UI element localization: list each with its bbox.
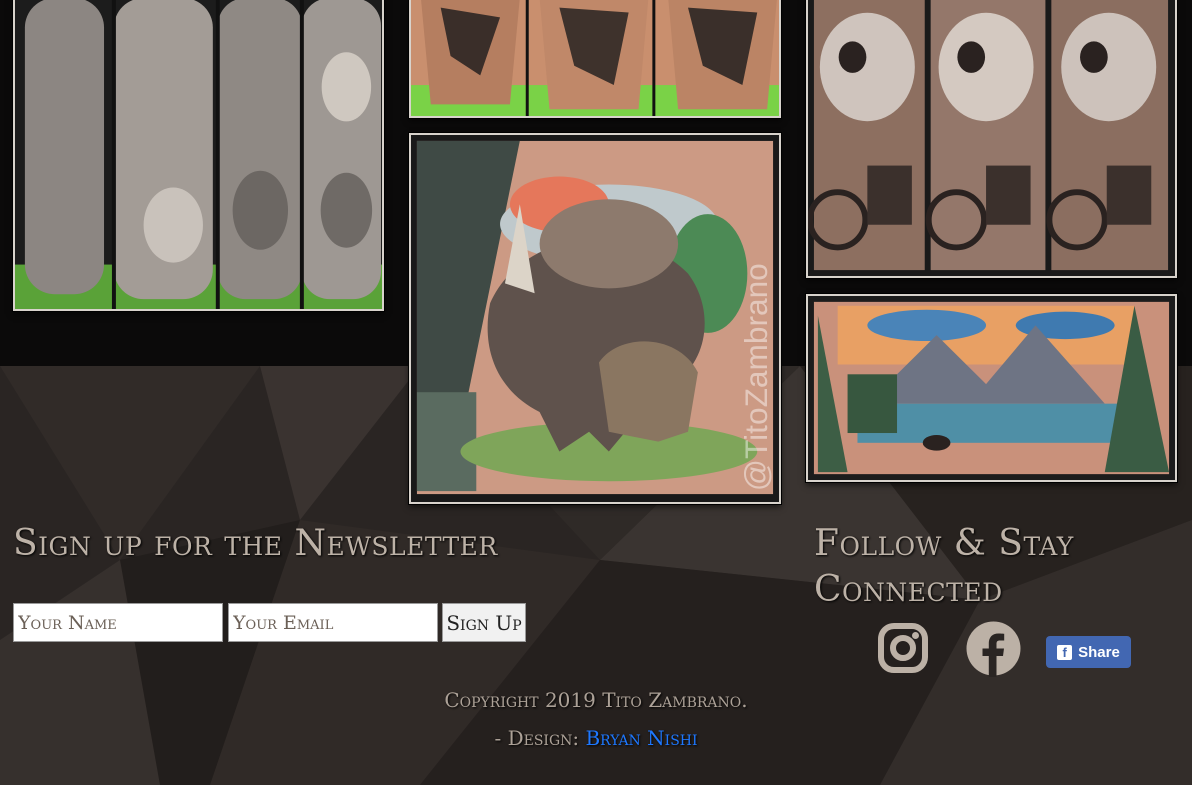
facebook-icon[interactable] (965, 620, 1022, 677)
gallery-image-skull-motorcycle[interactable] (806, 0, 1177, 278)
gallery-image-triceratops[interactable]: @TitoZambrano (409, 133, 781, 504)
designer-link[interactable]: Bryan Nishi (585, 726, 697, 750)
newsletter-title: Sign up for the Newsletter (13, 523, 498, 564)
copyright-text: Copyright 2019 Tito Zambrano. (444, 688, 748, 712)
gallery-image-landscape[interactable] (806, 294, 1177, 482)
design-credit: - Design: Bryan Nishi (0, 726, 1192, 750)
email-field[interactable] (228, 603, 438, 642)
follow-title: Follow & Stay Connected (814, 521, 1174, 613)
instagram-icon[interactable] (877, 622, 929, 674)
watermark-text: @TitoZambrano (738, 263, 774, 491)
facebook-share-label: Share (1078, 643, 1120, 661)
gallery-image-horror-sleeve[interactable] (13, 0, 384, 311)
follow-title-line1: Follow & Stay (814, 523, 1074, 564)
facebook-share-button[interactable]: f Share (1046, 636, 1131, 668)
design-prefix: - Design: (494, 726, 580, 750)
gallery-image-black-grey[interactable] (409, 0, 781, 118)
signup-button[interactable]: Sign Up (442, 603, 526, 642)
name-field[interactable] (13, 603, 223, 642)
facebook-share-icon: f (1057, 644, 1073, 660)
follow-title-line2: Connected (814, 569, 1003, 610)
